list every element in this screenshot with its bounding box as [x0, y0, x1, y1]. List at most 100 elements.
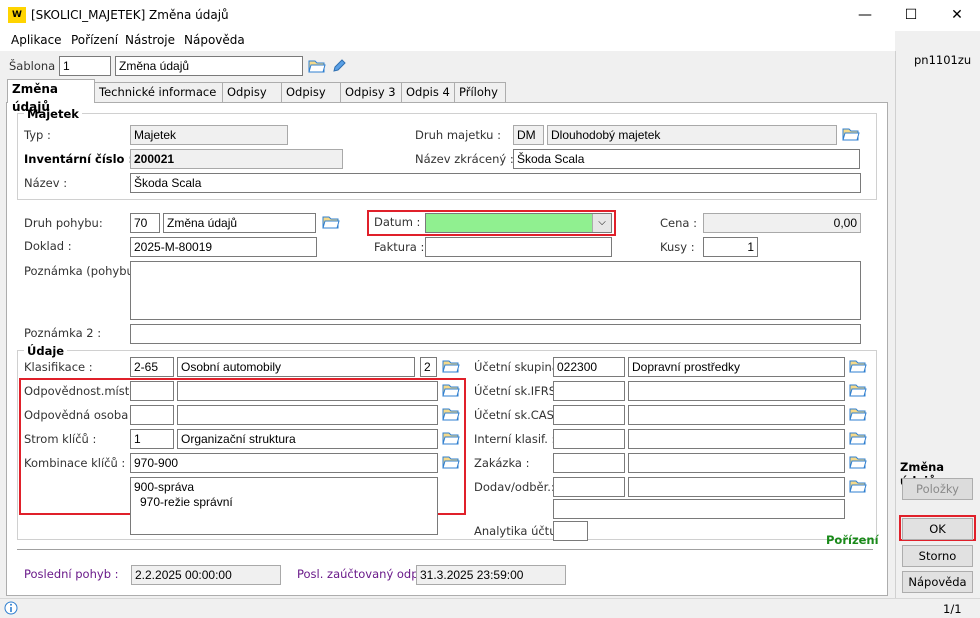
mode-indicator: Pořízení — [826, 533, 879, 547]
odpovedna-osoba-label: Odpovědná osoba : — [24, 408, 136, 422]
druh-pohybu-code-field[interactable]: 70 — [130, 213, 160, 233]
maximize-button[interactable]: ☐ — [888, 0, 934, 31]
sablona-code-field[interactable]: 1 — [59, 56, 111, 76]
menu-porizeni[interactable]: Pořízení — [71, 33, 118, 47]
klasifikace-code-field[interactable]: 2-65 — [130, 357, 174, 377]
klasifikace-num-field[interactable]: 2 — [420, 357, 437, 377]
page-indicator: 1/1 — [943, 602, 962, 616]
ucetni-skupina-code-field[interactable]: 022300 — [553, 357, 625, 377]
poznamka-2-field[interactable] — [130, 324, 861, 344]
menu-nastroje[interactable]: Nástroje — [125, 33, 175, 47]
poznamka-pohybu-label: Poznámka (pohybu) : — [24, 264, 146, 278]
folder-open-icon[interactable] — [849, 430, 867, 446]
napoveda-button[interactable]: Nápověda — [902, 571, 973, 593]
druh-majetku-name-field: Dlouhodobý majetek — [547, 125, 837, 145]
druh-majetku-code-field: DM — [513, 125, 544, 145]
tab-odpis-4[interactable]: Odpis 4 — [401, 82, 455, 102]
nazev-field[interactable]: Škoda Scala — [130, 173, 861, 193]
storno-button[interactable]: Storno — [902, 545, 973, 567]
folder-open-icon[interactable] — [308, 58, 326, 74]
interni-klasif-code-field[interactable] — [553, 429, 625, 449]
menu-aplikace[interactable]: Aplikace — [11, 33, 62, 47]
ok-button[interactable]: OK — [902, 518, 973, 540]
odpovednost-misto-name-field[interactable] — [177, 381, 438, 401]
polozky-button[interactable]: Položky — [902, 478, 973, 500]
odpovedna-osoba-code-field[interactable] — [130, 405, 174, 425]
kusy-label: Kusy : — [660, 240, 695, 254]
zakazka-name-field[interactable] — [628, 453, 845, 473]
strom-klicu-name-field[interactable]: Organizační struktura — [177, 429, 438, 449]
dodav-odber-detail-field[interactable] — [553, 499, 845, 519]
folder-open-icon[interactable] — [849, 406, 867, 422]
folder-open-icon[interactable] — [442, 406, 460, 422]
folder-open-icon[interactable] — [442, 454, 460, 470]
klasifikace-name-field[interactable]: Osobní automobily — [177, 357, 415, 377]
tree-item[interactable]: 900-správa — [134, 480, 434, 495]
menu-napoveda[interactable]: Nápověda — [184, 33, 245, 47]
ucetni-sk-ifrs-code-field[interactable] — [553, 381, 625, 401]
zakazka-label: Zakázka : — [474, 456, 530, 470]
kusy-field[interactable]: 1 — [703, 237, 758, 257]
tab-odpisy-2[interactable]: Odpisy 2 — [281, 82, 341, 117]
tab-zmena-udaju[interactable]: Změna údajů — [7, 79, 95, 114]
odpovedna-osoba-name-field[interactable] — [177, 405, 438, 425]
ucetni-sk-cas-code-field[interactable] — [553, 405, 625, 425]
ucetni-skupina-name-field[interactable]: Dopravní prostředky — [628, 357, 845, 377]
tree-item[interactable]: 970-režie správní — [134, 495, 434, 510]
folder-open-icon[interactable] — [442, 382, 460, 398]
tab-odpisy-1[interactable]: Odpisy 1 — [222, 82, 282, 117]
nazev-zkraceny-field[interactable]: Škoda Scala — [513, 149, 860, 169]
app-logo-icon: W — [8, 7, 26, 23]
close-button[interactable]: ✕ — [934, 0, 980, 31]
folder-open-icon[interactable] — [849, 454, 867, 470]
druh-majetku-label: Druh majetku : — [415, 128, 501, 142]
druh-pohybu-name-field[interactable]: Změna údajů — [163, 213, 316, 233]
folder-open-icon[interactable] — [842, 126, 860, 142]
nazev-zkraceny-label: Název zkrácený : — [415, 152, 514, 166]
doklad-label: Doklad : — [24, 239, 72, 253]
ucetni-sk-cas-label: Účetní sk.CAS : — [474, 408, 562, 422]
status-bar — [0, 598, 980, 618]
poznamka-pohybu-field[interactable] — [130, 261, 861, 320]
sablona-name-field[interactable]: Změna údajů — [115, 56, 303, 76]
doklad-field[interactable]: 2025-M-80019 — [130, 237, 317, 257]
cena-label: Cena : — [660, 216, 697, 230]
cena-field: 0,00 — [703, 213, 861, 233]
odpovednost-misto-code-field[interactable] — [130, 381, 174, 401]
tab-prilohy[interactable]: Přílohy — [454, 82, 506, 102]
interni-klasif-label: Interní klasif. : — [474, 432, 556, 446]
kombinace-klicu-tree[interactable]: 900-správa 970-režie správní — [130, 477, 438, 535]
inventarni-cislo-field: 200021 — [130, 149, 343, 169]
kombinace-klicu-field[interactable]: 970-900 — [130, 453, 438, 473]
ucetni-sk-ifrs-label: Účetní sk.IFRS : — [474, 384, 564, 398]
info-icon[interactable] — [4, 601, 18, 615]
ucetni-sk-ifrs-name-field[interactable] — [628, 381, 845, 401]
klasifikace-label: Klasifikace : — [24, 360, 93, 374]
analytika-uctu-field[interactable] — [553, 521, 588, 541]
interni-klasif-name-field[interactable] — [628, 429, 845, 449]
faktura-field[interactable] — [425, 237, 612, 257]
posledni-pohyb-label: Poslední pohyb : — [24, 567, 119, 581]
folder-open-icon[interactable] — [849, 478, 867, 494]
datum-field[interactable] — [425, 213, 612, 233]
minimize-button[interactable]: — — [842, 0, 888, 31]
tab-odpisy-3[interactable]: Odpisy 3 — [340, 82, 402, 102]
folder-open-icon[interactable] — [849, 382, 867, 398]
dodav-odber-code-field[interactable] — [553, 477, 625, 497]
folder-open-icon[interactable] — [322, 214, 340, 230]
folder-open-icon[interactable] — [442, 430, 460, 446]
tab-technicke-informace[interactable]: Technické informace — [94, 82, 223, 102]
faktura-label: Faktura : — [374, 240, 425, 254]
zakazka-code-field[interactable] — [553, 453, 625, 473]
pencil-icon[interactable] — [331, 58, 347, 74]
folder-open-icon[interactable] — [442, 358, 460, 374]
kombinace-klicu-label: Kombinace klíčů : — [24, 456, 126, 470]
ucetni-sk-cas-name-field[interactable] — [628, 405, 845, 425]
strom-klicu-code-field[interactable]: 1 — [130, 429, 174, 449]
dodav-odber-name-field[interactable] — [628, 477, 845, 497]
typ-field: Majetek — [130, 125, 288, 145]
chevron-down-icon[interactable]: ⌵ — [592, 214, 611, 232]
analytika-uctu-label: Analytika účtu: — [474, 524, 561, 538]
poznamka-2-label: Poznámka 2 : — [24, 326, 102, 340]
folder-open-icon[interactable] — [849, 358, 867, 374]
